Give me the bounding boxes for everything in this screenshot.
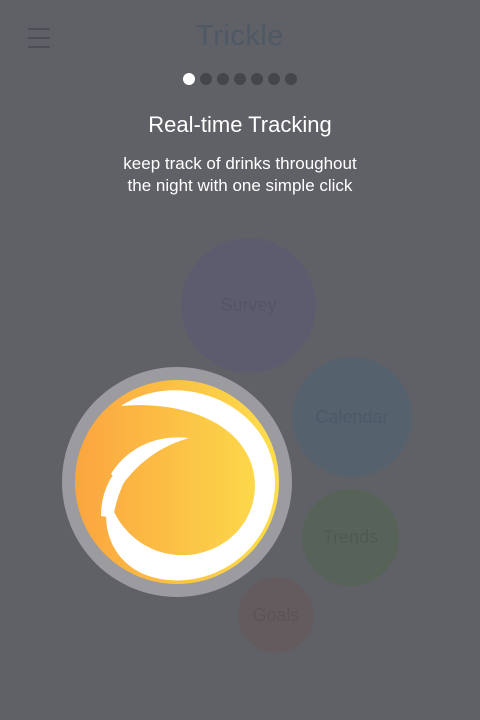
calendar-bubble[interactable]: Calendar — [292, 357, 412, 477]
trends-bubble[interactable]: Trends — [302, 489, 399, 586]
track-drink-button[interactable] — [61, 366, 293, 598]
goals-label: Goals — [252, 604, 300, 625]
trickle-logo-icon — [62, 367, 292, 597]
survey-bubble[interactable]: Survey — [181, 238, 316, 373]
top-bar: Trickle — [0, 0, 480, 76]
app-screen: Trickle Survey Calendar Trends Goals Rea… — [0, 0, 480, 720]
page-dot — [268, 73, 280, 85]
tutorial-title: Real-time Tracking — [148, 112, 332, 137]
tutorial-page-indicator — [0, 72, 480, 86]
page-dot — [285, 73, 297, 85]
tutorial-description: keep track of drinks throughout the nigh… — [90, 153, 390, 197]
tutorial-description-line: keep track of drinks throughout — [123, 154, 357, 173]
page-dot — [251, 73, 263, 85]
page-dot-active — [183, 73, 195, 85]
survey-label: Survey — [220, 295, 277, 315]
tutorial-description-line: the night with one simple click — [127, 176, 353, 195]
page-dot — [200, 73, 212, 85]
calendar-label: Calendar — [315, 406, 389, 427]
trends-label: Trends — [322, 527, 379, 547]
app-title: Trickle — [196, 20, 284, 52]
page-dot — [234, 73, 246, 85]
page-dot — [217, 73, 229, 85]
